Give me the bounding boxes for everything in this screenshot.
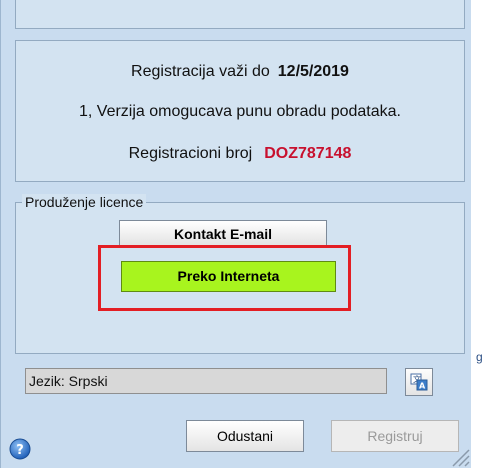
license-renewal-legend: Produženje licence [22,194,147,210]
registration-date: 12/5/2019 [277,63,349,80]
contact-email-button[interactable]: Kontakt E-mail [119,220,327,248]
registration-dialog: Registracija važi do 12/5/2019 1, Verzija… [0,0,471,468]
version-info: 1, Verzija omogucava punu obradu podatak… [78,103,401,120]
svg-text:A: A [419,382,426,391]
translate-icon: 文 A [410,373,428,391]
cancel-button[interactable]: Odustani [186,420,304,452]
translate-button[interactable]: 文 A [405,368,433,396]
language-field[interactable]: Jezik: Srpski [25,368,387,394]
register-button[interactable]: Registruj [331,420,459,452]
top-panel [15,0,465,29]
registration-number-row: Registracioni broj DOZ787148 [16,145,464,163]
svg-text:?: ? [16,443,24,458]
registration-info-panel: Registracija važi do 12/5/2019 1, Verzija… [15,40,465,182]
license-renewal-group: Produženje licence Kontakt E-mail Preko … [15,194,465,354]
registration-number: DOZ787148 [264,145,352,162]
registration-validity: Registracija važi do 12/5/2019 [16,63,464,81]
background-text-fragment: g [476,350,483,364]
help-icon[interactable]: ? [9,438,31,460]
registration-number-label: Registracioni broj [128,145,253,162]
resize-grip-icon[interactable] [447,444,471,468]
registration-validity-label: Registracija važi do [131,63,270,80]
via-internet-button[interactable]: Preko Interneta [121,261,336,292]
